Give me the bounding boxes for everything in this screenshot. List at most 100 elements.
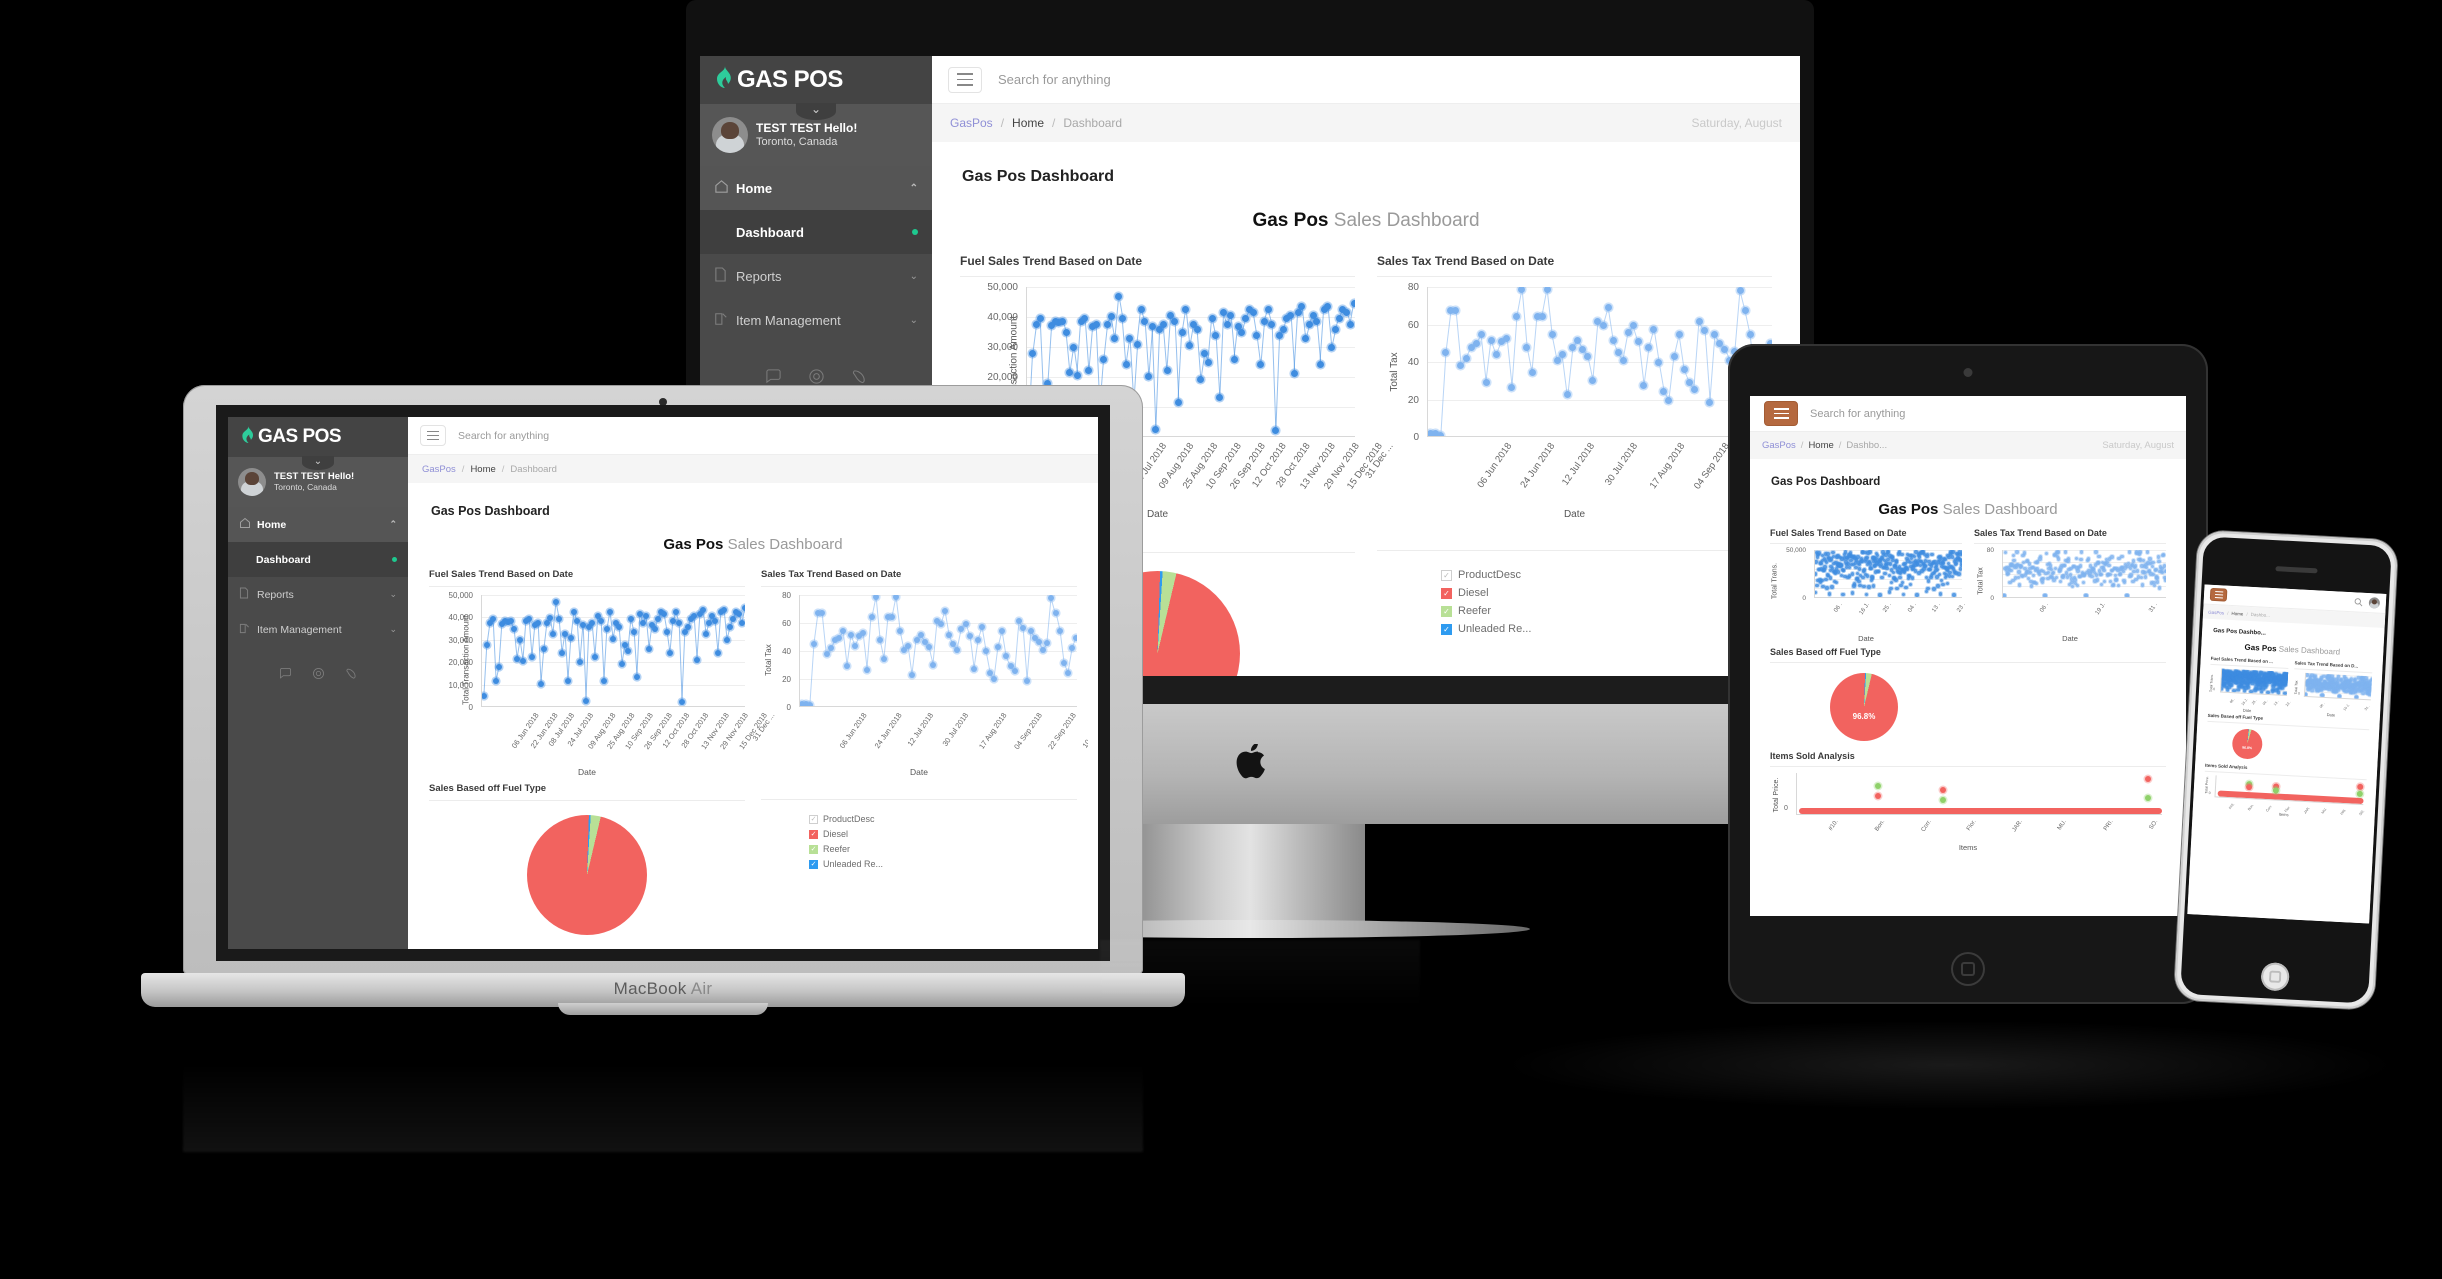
- sidebar-item-dashboard[interactable]: Dashboard: [228, 542, 408, 577]
- header-date: Saturday, August: [1691, 116, 1782, 130]
- macbook-notch: [558, 1003, 768, 1015]
- legend-checkbox[interactable]: ✓: [809, 829, 818, 839]
- brand-logo[interactable]: GAS POS: [228, 417, 408, 457]
- sidebar-item-reports[interactable]: Reports ⌄: [700, 254, 932, 298]
- breadcrumb-home[interactable]: Home: [1808, 440, 1833, 451]
- x-tick-label: 22 Sep 2018: [1046, 711, 1079, 752]
- breadcrumb-home[interactable]: Home: [470, 464, 495, 475]
- legend-item[interactable]: ✓ Unleaded Re...: [1441, 623, 1772, 635]
- data-point: [1887, 573, 1892, 578]
- data-point: [1948, 570, 1952, 575]
- sidebar-item-home[interactable]: Home ⌃: [228, 507, 408, 542]
- page-title: Gas Pos Dashboard: [1771, 476, 1881, 488]
- chevron-down-icon[interactable]: ⌄: [389, 589, 397, 600]
- search-icon[interactable]: [2353, 593, 2363, 611]
- series-line-segment: [1155, 330, 1161, 430]
- sidebar-item-dashboard[interactable]: Dashboard: [700, 210, 932, 254]
- legend-checkbox[interactable]: ✓: [1441, 587, 1452, 599]
- sidebar-item-home[interactable]: Home ⌃: [700, 166, 932, 210]
- data-point: [1940, 787, 1947, 794]
- sidebar-item-item-management[interactable]: Item Management ⌄: [228, 612, 408, 647]
- search-input[interactable]: Search for anything: [998, 72, 1111, 87]
- sidebar-item-reports[interactable]: Reports ⌄: [228, 577, 408, 612]
- legend-item[interactable]: ✓ Unleaded Re...: [809, 859, 1077, 869]
- legend-header-checkbox[interactable]: ✓: [809, 814, 818, 824]
- fuel-chart-title: Fuel Sales Trend Based on Date: [429, 569, 574, 580]
- legend-header-checkbox[interactable]: ✓: [1441, 569, 1452, 581]
- legend-item[interactable]: ✓ Diesel: [809, 829, 1077, 839]
- profile-card[interactable]: ⌄ TEST TEST Hello! Toronto, Canada: [700, 103, 932, 166]
- pie-chart-title: Sales Based off Fuel Type: [1770, 647, 1881, 657]
- pie-legend: ✓ ProductDesc ✓ Diesel ✓ Reefer ✓ Unleaded Re…: [761, 800, 1077, 869]
- chevron-down-icon[interactable]: ⌄: [910, 315, 918, 326]
- data-point: [1862, 568, 1867, 572]
- data-point: [2070, 584, 2075, 588]
- sidebar-item-dashboard-label: Dashboard: [256, 553, 311, 566]
- data-point: [2035, 560, 2040, 564]
- breadcrumb-separator: /: [461, 463, 465, 475]
- series-line-segment: [993, 647, 999, 681]
- data-point: [2107, 563, 2111, 567]
- series-line-segment: [1511, 317, 1518, 389]
- legend-item[interactable]: ✓ Diesel: [1441, 587, 1772, 599]
- breadcrumb-home[interactable]: Home: [1012, 116, 1044, 130]
- gridline: [1428, 287, 1772, 288]
- data-point: [1952, 593, 1956, 597]
- tax-x-axis-label: Date: [1563, 509, 1586, 520]
- legend-checkbox[interactable]: ✓: [809, 859, 818, 869]
- series-line-segment: [1166, 315, 1172, 372]
- series-line-segment: [1076, 321, 1082, 376]
- x-tick-label: 04 Sep 2018: [1691, 441, 1732, 492]
- ipad-device: Search for anything GasPos / Home / Dash…: [1728, 344, 2208, 1004]
- breadcrumb-gaspos[interactable]: GasPos: [950, 116, 993, 130]
- brand-logo[interactable]: GAS POS: [700, 56, 932, 104]
- chat-icon[interactable]: [279, 667, 292, 685]
- avatar[interactable]: [2368, 597, 2381, 609]
- search-input[interactable]: Search for anything: [458, 430, 549, 442]
- legend-item[interactable]: ✓ Reefer: [809, 844, 1077, 854]
- data-point: [1861, 575, 1865, 580]
- data-point: [1824, 577, 1828, 582]
- sales-tax-scatter-plot: Total Tax 0 06 . 19 J. 31 .: [2293, 672, 2373, 712]
- phone-icon[interactable]: [345, 667, 358, 685]
- chevron-down-icon[interactable]: ⌄: [389, 624, 397, 635]
- data-point: [2009, 568, 2013, 573]
- chevron-down-icon[interactable]: ⌄: [796, 103, 836, 120]
- dashboard-heading-bold: Gas Pos: [1252, 210, 1329, 231]
- legend-item[interactable]: ✓ Reefer: [1441, 605, 1772, 617]
- data-point: [1928, 567, 1933, 572]
- data-point: [2110, 555, 2114, 559]
- data-point: [1945, 581, 1950, 586]
- chevron-down-icon[interactable]: ⌄: [910, 271, 918, 282]
- chevron-down-icon[interactable]: ⌄: [302, 456, 334, 470]
- breadcrumb-gaspos[interactable]: GasPos: [422, 464, 456, 475]
- profile-card[interactable]: ⌄ TEST TEST Hello! Toronto, Canada: [228, 456, 408, 507]
- home-button[interactable]: [1951, 952, 1985, 986]
- menu-icon[interactable]: [948, 66, 982, 93]
- x-tick-label: 16 J.: [2240, 697, 2249, 707]
- chevron-up-icon[interactable]: ⌃: [910, 183, 918, 194]
- legend-checkbox[interactable]: ✓: [809, 844, 818, 854]
- legend-checkbox[interactable]: ✓: [1441, 623, 1452, 635]
- x-tick-label: 16 J.: [1859, 602, 1872, 617]
- x-tick-label: JAR.: [2011, 819, 2025, 834]
- menu-icon[interactable]: [420, 425, 446, 446]
- chevron-up-icon[interactable]: ⌃: [389, 519, 397, 530]
- lifebuoy-icon[interactable]: [312, 667, 325, 685]
- data-point: [2139, 576, 2144, 580]
- series-line-segment: [1445, 311, 1452, 354]
- sidebar-item-item-management[interactable]: Item Management ⌄: [700, 298, 932, 342]
- breadcrumb-home[interactable]: Home: [2231, 610, 2243, 616]
- y-tick-label: 50,000: [1786, 546, 1806, 554]
- menu-icon[interactable]: [2209, 587, 2228, 602]
- topbar: Search for anything: [1750, 396, 2186, 432]
- series-line-segment: [1521, 289, 1528, 349]
- breadcrumb-gaspos[interactable]: GasPos: [1762, 440, 1796, 451]
- menu-icon[interactable]: [1764, 401, 1798, 426]
- data-point: [2143, 575, 2148, 579]
- legend-checkbox[interactable]: ✓: [1441, 605, 1452, 617]
- macbook-label-bold: MacBook: [613, 979, 687, 998]
- search-input[interactable]: Search for anything: [1810, 408, 1905, 420]
- breadcrumb-gaspos[interactable]: GasPos: [2208, 609, 2224, 615]
- items-x-axis-line: [1797, 814, 2162, 815]
